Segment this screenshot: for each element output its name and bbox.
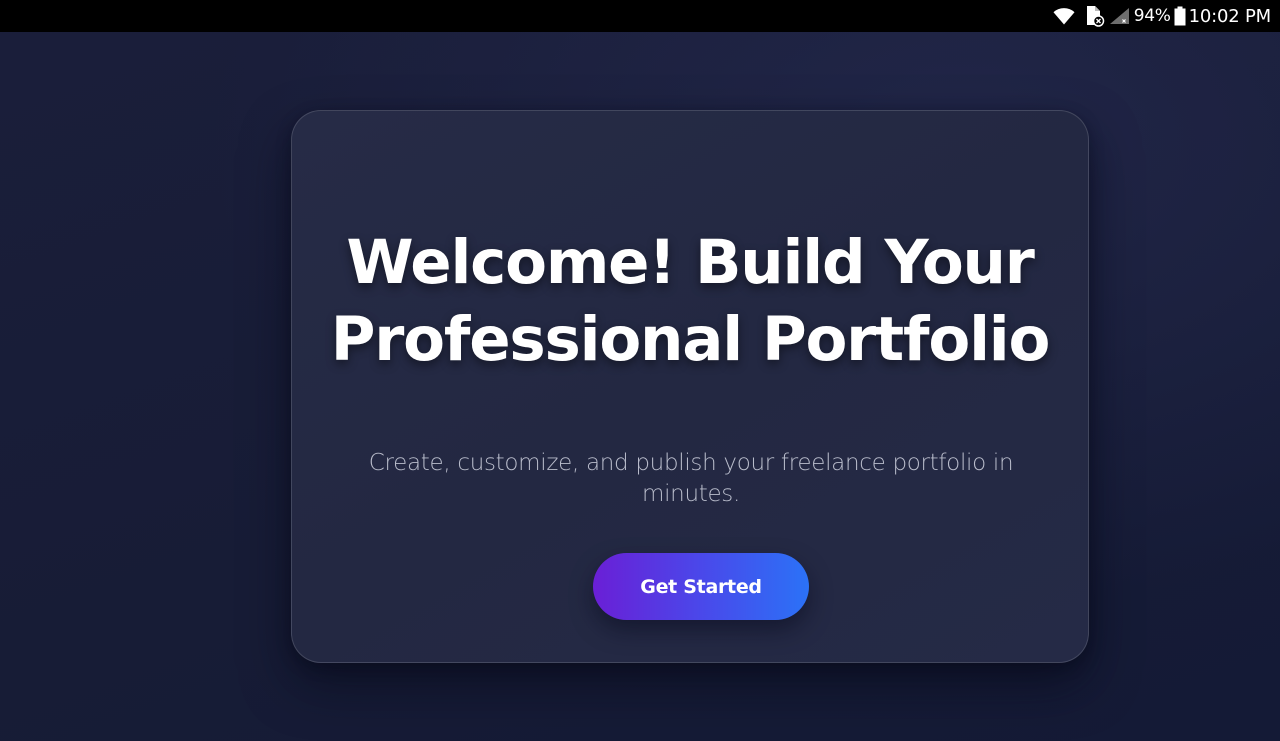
battery-percent: 94%: [1133, 6, 1171, 26]
app-screen: Welcome! Build Your Professional Portfol…: [0, 32, 1280, 741]
status-bar: 94% 10:02 PM: [0, 0, 1280, 32]
clock: 10:02 PM: [1188, 5, 1272, 27]
signal-icon: [1109, 7, 1131, 25]
welcome-card: Welcome! Build Your Professional Portfol…: [291, 110, 1089, 663]
hero-subtitle: Create, customize, and publish your free…: [368, 450, 1014, 507]
wifi-icon: [1053, 7, 1075, 25]
hero-title: Welcome! Build Your Professional Portfol…: [330, 227, 1051, 375]
battery-icon: [1174, 6, 1186, 26]
get-started-button[interactable]: Get Started: [593, 553, 809, 620]
file-blocked-icon: [1085, 5, 1105, 27]
